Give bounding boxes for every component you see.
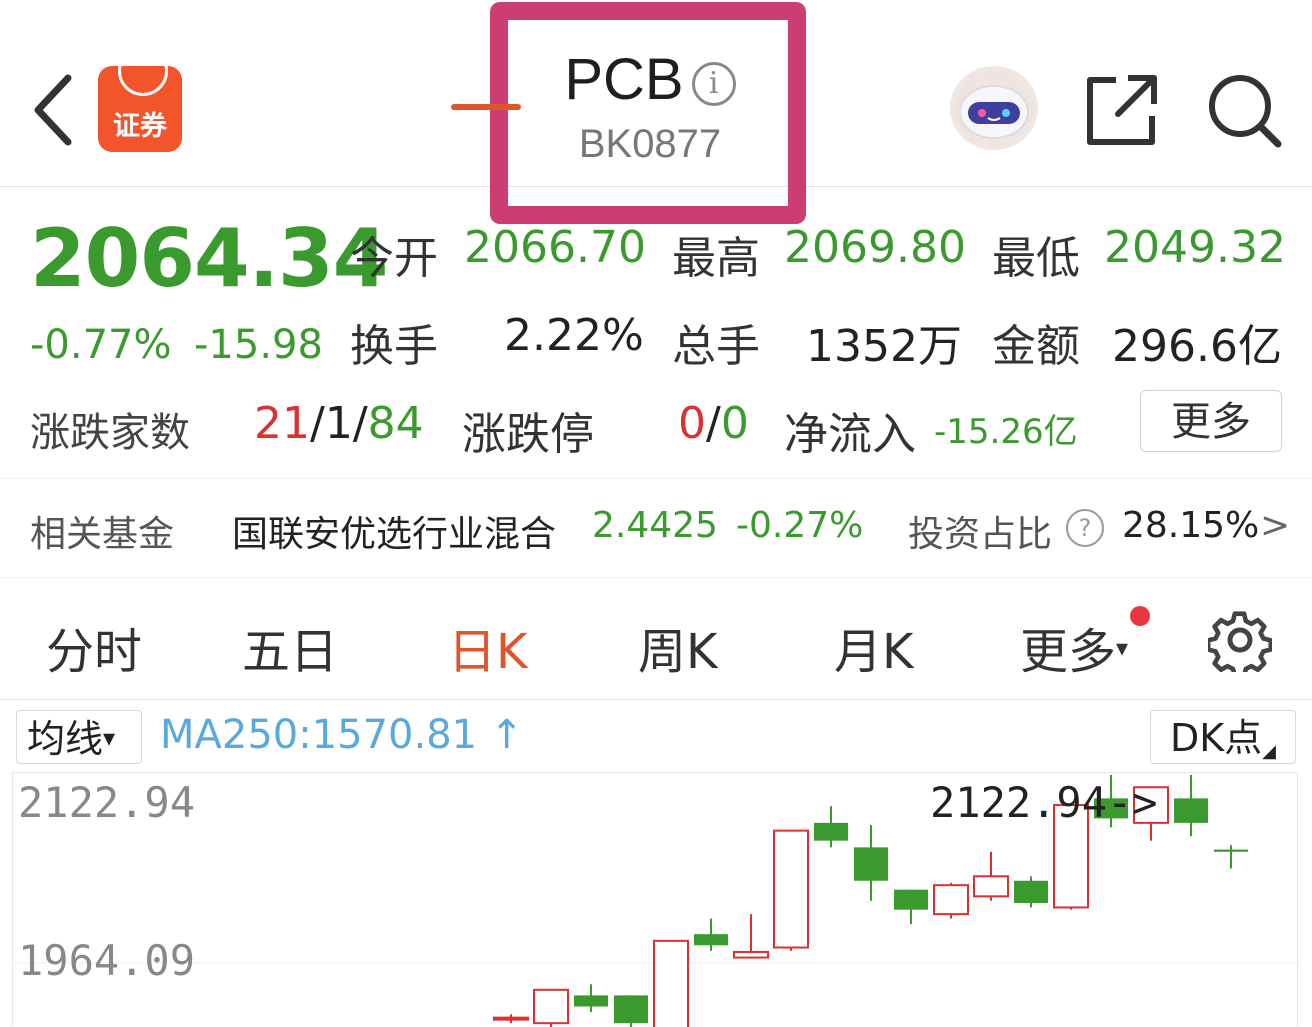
- fund-label: 相关基金: [30, 514, 175, 555]
- low-value: 2049.32: [1104, 222, 1286, 273]
- logo-text: 证券: [113, 111, 167, 142]
- high-label: 最高: [672, 233, 760, 284]
- chevron-down-icon: ▾: [1116, 634, 1129, 662]
- candle-up: [773, 829, 809, 949]
- back-icon[interactable]: [30, 70, 80, 150]
- candle-down: [1214, 849, 1248, 852]
- breadth-sep: /: [310, 398, 325, 449]
- more-stats-button[interactable]: 更多: [1140, 390, 1282, 452]
- tab-monthly-k[interactable]: 月K: [834, 612, 913, 682]
- inflow-value: -15.26亿: [934, 412, 1078, 452]
- fund-nav: 2.4425: [592, 505, 718, 546]
- breadth-label: 涨跌家数: [30, 410, 190, 456]
- candle-down: [814, 822, 848, 841]
- search-icon[interactable]: [1204, 70, 1284, 150]
- up-arrow-icon: ↑: [489, 712, 524, 758]
- candle-up: [533, 988, 569, 1025]
- candle-up: [493, 1016, 529, 1021]
- candle-up: [973, 875, 1009, 898]
- open-value: 2066.70: [464, 222, 646, 273]
- ratio-label: 投资占比: [908, 514, 1053, 555]
- fund-change: -0.27%: [736, 505, 864, 546]
- limit-label: 涨跌停: [462, 409, 594, 460]
- ma250-indicator: MA250:1570.81 ↑: [160, 712, 523, 758]
- inflow-label: 净流入: [784, 409, 916, 460]
- title-highlight-box: [490, 2, 806, 224]
- breadth-sep: /: [352, 398, 368, 449]
- app-logo[interactable]: 证券: [98, 66, 182, 152]
- candle-down: [854, 847, 888, 881]
- limit-down: 0: [720, 398, 749, 449]
- dk-point-button[interactable]: DK点◢: [1150, 710, 1296, 764]
- breadth-value: 21/1/84: [254, 398, 424, 449]
- chevron-right-icon: >: [1260, 505, 1291, 546]
- logo-mark-icon: [118, 66, 168, 96]
- candle-down: [1014, 880, 1048, 903]
- tab-weekly-k[interactable]: 周K: [638, 612, 717, 682]
- candle-down: [894, 889, 928, 910]
- candle-up: [653, 939, 689, 1027]
- tab-daily-k[interactable]: 日K: [448, 612, 527, 682]
- limit-value: 0/0: [678, 398, 749, 449]
- ratio-value: 28.15%: [1122, 505, 1260, 546]
- low-label: 最低: [992, 233, 1080, 284]
- limit-up: 0: [678, 398, 706, 449]
- breadth-up: 21: [254, 398, 310, 449]
- last-price: 2064.34: [30, 212, 388, 305]
- tab-more-label: 更多: [1020, 624, 1117, 680]
- breadth-flat: 1: [324, 398, 353, 449]
- candle-down: [1174, 798, 1208, 823]
- turnover-value: 2.22%: [504, 310, 644, 361]
- ma250-value: MA250:1570.81: [160, 712, 478, 758]
- notification-dot: [1130, 606, 1150, 626]
- dk-label: DK点: [1169, 716, 1263, 760]
- change-percent: -0.77%: [30, 322, 172, 368]
- tab-more[interactable]: 更多▾: [1020, 612, 1128, 682]
- active-tab-indicator: [451, 104, 521, 110]
- high-annotation: 2122.94->: [930, 778, 1158, 827]
- candle-down: [694, 934, 728, 946]
- fund-name: 国联安优选行业混合: [232, 514, 557, 555]
- candle-up: [733, 950, 769, 959]
- open-label: 今开: [350, 233, 438, 284]
- robot-avatar-icon[interactable]: [950, 66, 1038, 150]
- ma-select[interactable]: 均线▾: [16, 710, 142, 764]
- ma-select-label: 均线: [27, 717, 104, 761]
- turnover-label: 换手: [350, 321, 438, 372]
- candle-down: [614, 995, 648, 1024]
- amount-value: 296.6亿: [1112, 321, 1282, 372]
- breadth-down: 84: [367, 398, 424, 449]
- related-fund-row[interactable]: 相关基金 国联安优选行业混合 2.4425 -0.27% 投资占比 ? 28.1…: [0, 478, 1312, 578]
- limit-sep: /: [706, 398, 721, 449]
- high-value: 2069.80: [784, 222, 966, 273]
- volume-label: 总手: [672, 321, 760, 372]
- tab-five-day[interactable]: 五日: [242, 612, 338, 682]
- amount-label: 金额: [992, 321, 1080, 372]
- gear-icon[interactable]: [1208, 608, 1272, 672]
- candle-down: [574, 995, 608, 1007]
- y-axis-max-label: 2122.94: [18, 778, 196, 827]
- candle-up: [933, 884, 969, 916]
- help-icon[interactable]: ?: [1066, 509, 1104, 547]
- corner-triangle-icon: ◢: [1262, 741, 1277, 762]
- share-icon[interactable]: [1082, 70, 1162, 150]
- chart-tabs: 分时 五日 日K 周K 月K 更多▾: [0, 578, 1312, 700]
- y-axis-label: 1964.09: [18, 936, 196, 985]
- chevron-down-icon: ▾: [103, 724, 116, 752]
- change-value: -15.98: [194, 322, 323, 368]
- volume-value: 1352万: [806, 321, 962, 372]
- tab-intraday[interactable]: 分时: [46, 612, 142, 682]
